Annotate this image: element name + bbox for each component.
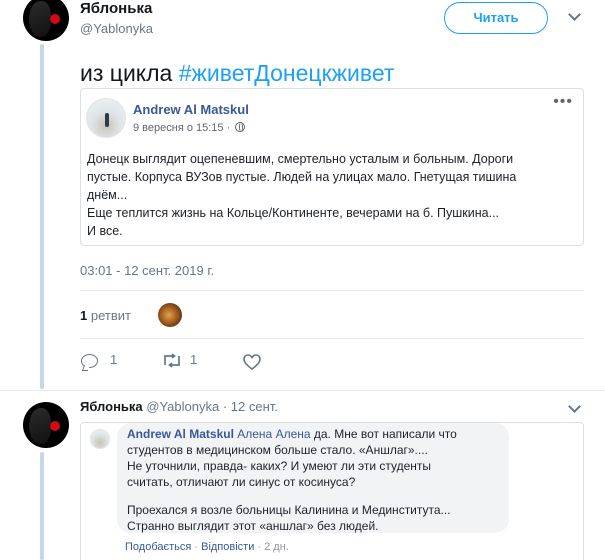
embedded-post-card[interactable]: Andrew Al Matskul 9 вересня о 15:15 · ••…	[80, 88, 584, 246]
chevron-down-icon[interactable]	[568, 400, 581, 413]
apple-icon	[50, 14, 60, 24]
embed-body: Донецк выглядит оцепеневшим, смертельно …	[87, 150, 577, 240]
thread-line	[40, 452, 44, 560]
reply-handle-time[interactable]: @Yablonyka · 12 сент.	[143, 399, 278, 414]
separator-dot: ·	[191, 541, 202, 553]
comment-author-avatar[interactable]	[90, 429, 110, 449]
follow-button[interactable]: Читать	[444, 2, 548, 34]
tweet-text: из цикла #живетДонецкживет	[80, 60, 394, 87]
comment-line: Andrew Al Matskul Алена Алена да. Мне во…	[127, 426, 499, 442]
author-handle[interactable]: @Yablonyka	[80, 21, 153, 36]
retweet-stats[interactable]: 1 ретвит	[80, 308, 131, 323]
embed-author-name[interactable]: Andrew Al Matskul	[133, 102, 249, 117]
embed-line: днём...	[87, 188, 128, 202]
comment-line: Не уточнили, правда- каких? И умеют ли э…	[127, 459, 432, 473]
like-icon[interactable]	[243, 354, 261, 370]
avatar[interactable]	[23, 0, 69, 41]
divider	[80, 290, 584, 291]
retweet-stat-label: ретвит	[87, 308, 131, 323]
avatar-face	[29, 408, 51, 444]
reply-count: 1	[110, 352, 118, 367]
retweet-icon[interactable]	[162, 353, 182, 368]
like-link[interactable]: Подобається	[125, 541, 191, 553]
chevron-down-icon[interactable]	[568, 8, 581, 21]
comment-time[interactable]: · 2 дн.	[254, 541, 288, 553]
retweet-action-count: 1	[190, 352, 198, 367]
avatar-face	[29, 1, 51, 37]
comment-line: Проехался я возле больницы Калинина и Ме…	[127, 503, 451, 517]
retweeter-avatar[interactable]	[158, 303, 182, 327]
comment-line: Странно выглядит этот «аншлаг» без людей…	[127, 519, 379, 533]
tweet-text-prefix: из цикла	[80, 60, 179, 86]
reply-icon[interactable]	[81, 354, 98, 368]
apple-icon	[50, 421, 60, 431]
avatar-figure	[105, 113, 109, 127]
reply-author-line[interactable]: Яблонька @Yablonyka · 12 сент.	[80, 399, 278, 414]
globe-icon	[235, 122, 246, 132]
more-options-icon[interactable]: •••	[553, 93, 573, 111]
comment-author-name[interactable]: Andrew Al Matskul	[127, 427, 234, 441]
comment-line: студентов в медицинском больше стало. «А…	[127, 443, 428, 457]
comment-actions: Подобається · Відповісти · 2 дн.	[125, 541, 289, 553]
embed-date: 9 вересня о 15:15 ·	[133, 122, 246, 134]
embed-line: Еще теплится жизнь на Кольце/Континенте,…	[87, 206, 500, 220]
comment-bubble: Andrew Al Matskul Алена Алена да. Мне во…	[117, 423, 509, 533]
comment-line: считать, отличают ли синус от косинуса?	[127, 475, 356, 489]
embed-line: пустые. Корпуса ВУЗов пустые. Людей на у…	[87, 170, 517, 184]
author-name[interactable]: Яблонька	[80, 0, 152, 17]
divider	[80, 338, 584, 339]
embed-line: Донецк выглядит оцепеневшим, смертельно …	[87, 152, 514, 166]
reply-link[interactable]: Відповісти	[201, 541, 254, 553]
comment-text: да. Мне вот написали что	[310, 427, 457, 441]
hashtag-link[interactable]: #живетДонецкживет	[179, 60, 395, 86]
embedded-comment-card[interactable]: Andrew Al Matskul Алена Алена да. Мне во…	[80, 422, 584, 560]
tweet-timestamp[interactable]: 03:01 - 12 сент. 2019 г.	[80, 263, 214, 278]
reply-author-name[interactable]: Яблонька	[80, 399, 143, 414]
thread-line	[40, 44, 44, 389]
tweet-separator	[0, 390, 605, 391]
embed-line: И все.	[87, 224, 123, 238]
embed-author-avatar[interactable]	[86, 98, 126, 138]
embed-date-text[interactable]: 9 вересня о 15:15 ·	[133, 122, 230, 134]
comment-mention[interactable]: Алена Алена	[237, 427, 310, 441]
avatar[interactable]	[23, 402, 69, 448]
